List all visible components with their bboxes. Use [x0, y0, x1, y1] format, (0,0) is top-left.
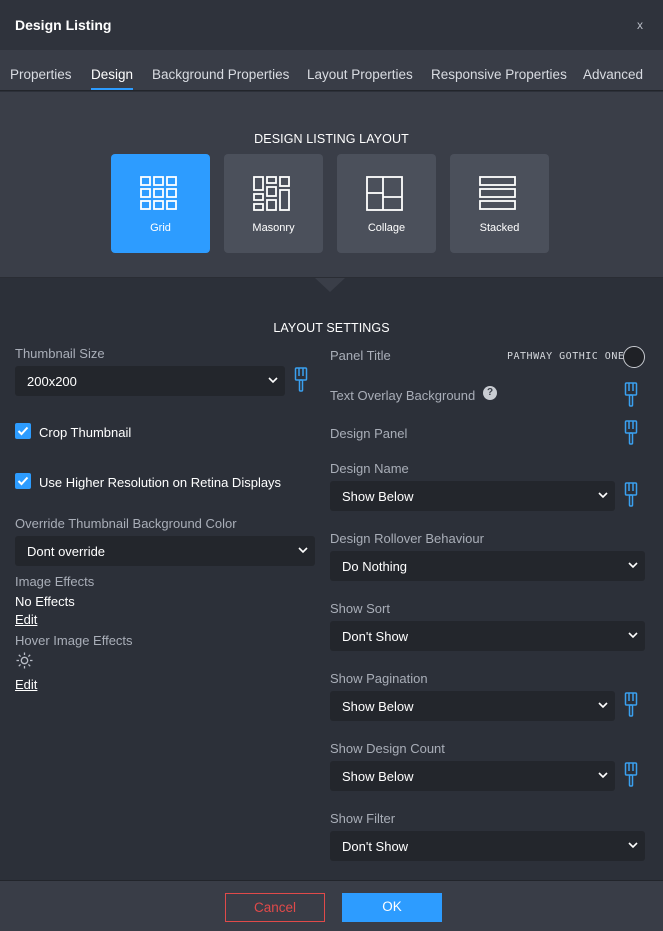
- show-sort-select[interactable]: Don't Show: [330, 621, 645, 651]
- chevron-down-icon: [628, 632, 638, 639]
- show-filter-value: Don't Show: [342, 839, 409, 854]
- brush-icon[interactable]: [624, 382, 638, 408]
- panel-title-font-name: PATHWAY GOTHIC ONE: [507, 351, 625, 362]
- layout-option-collage[interactable]: Collage: [337, 154, 436, 253]
- image-effects-label: Image Effects: [15, 574, 95, 589]
- cancel-button[interactable]: Cancel: [225, 893, 325, 922]
- override-bg-value: Dont override: [27, 544, 106, 559]
- collage-icon: [366, 176, 403, 211]
- panel-title-color-swatch[interactable]: [623, 346, 645, 368]
- rollover-value: Do Nothing: [342, 559, 408, 574]
- brush-icon[interactable]: [624, 692, 638, 718]
- tab-properties[interactable]: Properties: [10, 67, 72, 82]
- stacked-icon: [479, 176, 516, 210]
- layout-section: DESIGN LISTING LAYOUT Grid Masonry Colla…: [0, 92, 663, 278]
- crop-thumbnail-checkbox[interactable]: [15, 423, 31, 439]
- show-pagination-value: Show Below: [342, 699, 414, 714]
- design-name-label: Design Name: [330, 461, 409, 476]
- settings-heading: LAYOUT SETTINGS: [273, 321, 390, 335]
- layout-option-stacked[interactable]: Stacked: [450, 154, 549, 253]
- layout-heading: DESIGN LISTING LAYOUT: [254, 132, 409, 146]
- show-filter-label: Show Filter: [330, 811, 396, 826]
- retina-checkbox[interactable]: [15, 473, 31, 489]
- retina-label: Use Higher Resolution on Retina Displays: [39, 475, 282, 490]
- brush-icon[interactable]: [624, 420, 638, 446]
- dialog-title: Design Listing: [15, 17, 112, 33]
- tab-background-properties[interactable]: Background Properties: [152, 67, 289, 82]
- show-design-count-label: Show Design Count: [330, 741, 445, 756]
- rollover-label: Design Rollover Behaviour: [330, 531, 484, 546]
- chevron-down-icon: [628, 842, 638, 849]
- chevron-down-icon: [268, 377, 278, 384]
- layout-option-label: Stacked: [479, 222, 520, 234]
- chevron-down-icon: [598, 702, 608, 709]
- show-sort-label: Show Sort: [330, 601, 390, 616]
- chevron-down-icon: [598, 492, 608, 499]
- design-name-value: Show Below: [342, 489, 414, 504]
- brush-icon[interactable]: [624, 762, 638, 788]
- override-bg-select[interactable]: Dont override: [15, 536, 315, 566]
- tab-advanced[interactable]: Advanced: [583, 67, 643, 82]
- image-effects-value: No Effects: [15, 594, 75, 609]
- dialog-footer: Cancel OK: [0, 880, 663, 931]
- brush-icon[interactable]: [624, 482, 638, 508]
- check-icon: [17, 476, 29, 486]
- tab-design[interactable]: Design: [91, 67, 134, 90]
- sun-icon: [16, 652, 33, 669]
- hover-effects-label: Hover Image Effects: [15, 633, 133, 648]
- override-bg-label: Override Thumbnail Background Color: [15, 516, 237, 531]
- layout-option-label: Collage: [367, 222, 406, 234]
- tab-responsive-properties[interactable]: Responsive Properties: [431, 67, 567, 82]
- rollover-select[interactable]: Do Nothing: [330, 551, 645, 581]
- layout-option-grid[interactable]: Grid: [111, 154, 210, 253]
- hover-effects-edit-link[interactable]: Edit: [15, 677, 37, 692]
- chevron-down-icon: [598, 772, 608, 779]
- design-panel-label: Design Panel: [330, 426, 408, 441]
- show-sort-value: Don't Show: [342, 629, 409, 644]
- ok-button[interactable]: OK: [342, 893, 442, 922]
- thumbnail-size-label: Thumbnail Size: [15, 346, 105, 361]
- design-name-select[interactable]: Show Below: [330, 481, 615, 511]
- close-button[interactable]: x: [637, 18, 643, 32]
- grid-icon: [140, 176, 177, 210]
- dialog-titlebar: Design Listing x: [0, 0, 663, 50]
- thumbnail-size-select[interactable]: 200x200: [15, 366, 285, 396]
- crop-thumbnail-label: Crop Thumbnail: [39, 425, 132, 440]
- show-pagination-label: Show Pagination: [330, 671, 428, 686]
- text-overlay-label: Text Overlay Background: [330, 388, 476, 403]
- show-design-count-value: Show Below: [342, 769, 414, 784]
- thumbnail-size-value: 200x200: [27, 374, 77, 389]
- layout-option-masonry[interactable]: Masonry: [224, 154, 323, 253]
- tab-bar: Properties Design Background Properties …: [0, 50, 663, 91]
- tab-layout-properties[interactable]: Layout Properties: [307, 67, 413, 82]
- layout-option-label: Masonry: [252, 222, 295, 234]
- help-icon[interactable]: ?: [483, 386, 497, 400]
- brush-icon[interactable]: [294, 367, 308, 393]
- chevron-down-icon: [628, 562, 638, 569]
- masonry-icon: [253, 176, 290, 211]
- show-filter-select[interactable]: Don't Show: [330, 831, 645, 861]
- section-pointer: [315, 278, 345, 292]
- layout-option-label: Grid: [150, 222, 171, 234]
- chevron-down-icon: [298, 547, 308, 554]
- show-design-count-select[interactable]: Show Below: [330, 761, 615, 791]
- image-effects-edit-link[interactable]: Edit: [15, 612, 37, 627]
- check-icon: [17, 426, 29, 436]
- show-pagination-select[interactable]: Show Below: [330, 691, 615, 721]
- panel-title-label: Panel Title: [330, 348, 391, 363]
